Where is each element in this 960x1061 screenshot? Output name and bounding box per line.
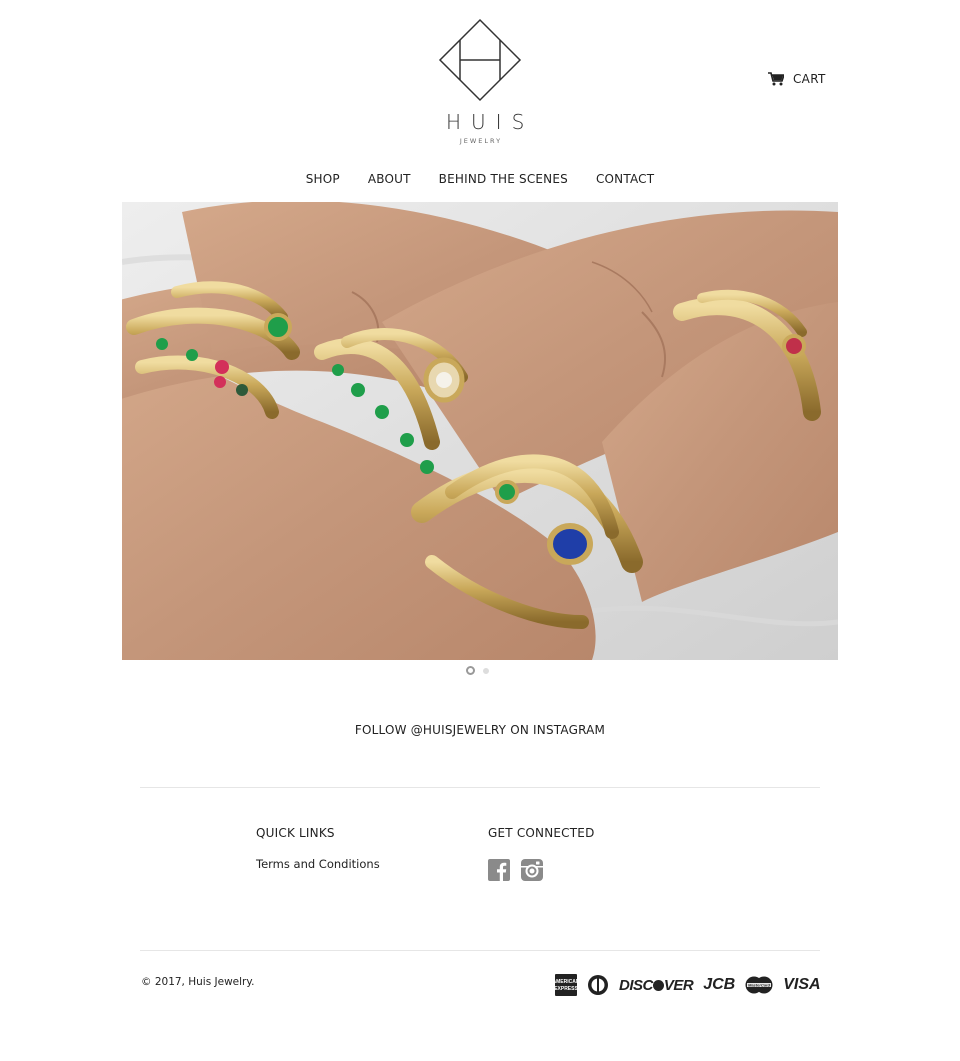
slide-dot-1[interactable] (466, 666, 475, 675)
quick-links-heading: QUICK LINKS (256, 826, 335, 840)
american-express-icon: AMERICAN EXPRESS (555, 974, 577, 996)
cart-label: CART (793, 72, 826, 86)
instagram-follow-link[interactable]: FOLLOW @HUISJEWELRY ON INSTAGRAM (0, 723, 960, 737)
amex-wordmark-2: EXPRESS (555, 986, 577, 992)
logo-diamond-icon (438, 18, 522, 102)
nav-item-behind-the-scenes[interactable]: BEHIND THE SCENES (425, 172, 582, 186)
copyright-text: © 2017, Huis Jewelry. (141, 976, 255, 988)
nav-item-about[interactable]: ABOUT (354, 172, 425, 186)
facebook-link[interactable] (488, 859, 510, 886)
payment-methods: AMERICAN EXPRESS DISCVER JCB MasterCard … (555, 974, 821, 996)
nav-item-shop[interactable]: SHOP (292, 172, 354, 186)
main-nav: SHOP ABOUT BEHIND THE SCENES CONTACT (0, 172, 960, 186)
slideshow-dots (466, 666, 489, 675)
nav-item-contact[interactable]: CONTACT (582, 172, 668, 186)
amex-wordmark: AMERICAN (555, 979, 577, 985)
slide-dot-2[interactable] (483, 668, 489, 674)
mastercard-icon: MasterCard (745, 976, 773, 994)
footer-divider-top (140, 787, 820, 788)
rings-on-hand-image (122, 202, 838, 660)
facebook-icon (488, 859, 510, 881)
instagram-link[interactable] (521, 859, 543, 886)
terms-and-conditions-link[interactable]: Terms and Conditions (256, 857, 380, 871)
cart-icon (768, 72, 784, 86)
footer-divider-bottom (140, 950, 820, 951)
logo[interactable]: HUIS JEWELRY (437, 18, 535, 146)
diners-club-icon (588, 975, 608, 995)
get-connected-heading: GET CONNECTED (488, 826, 595, 840)
logo-wordmark: HUIS (446, 110, 535, 134)
logo-subtitle: JEWELRY (459, 137, 503, 145)
cart-link[interactable]: CART (768, 72, 826, 86)
hero-slide-image[interactable] (122, 202, 838, 660)
jcb-icon: JCB (703, 976, 736, 993)
mastercard-wordmark: MasterCard (748, 983, 771, 988)
visa-icon: VISA (783, 976, 821, 993)
discover-icon: DISC VER (619, 976, 694, 994)
instagram-icon (521, 859, 543, 881)
